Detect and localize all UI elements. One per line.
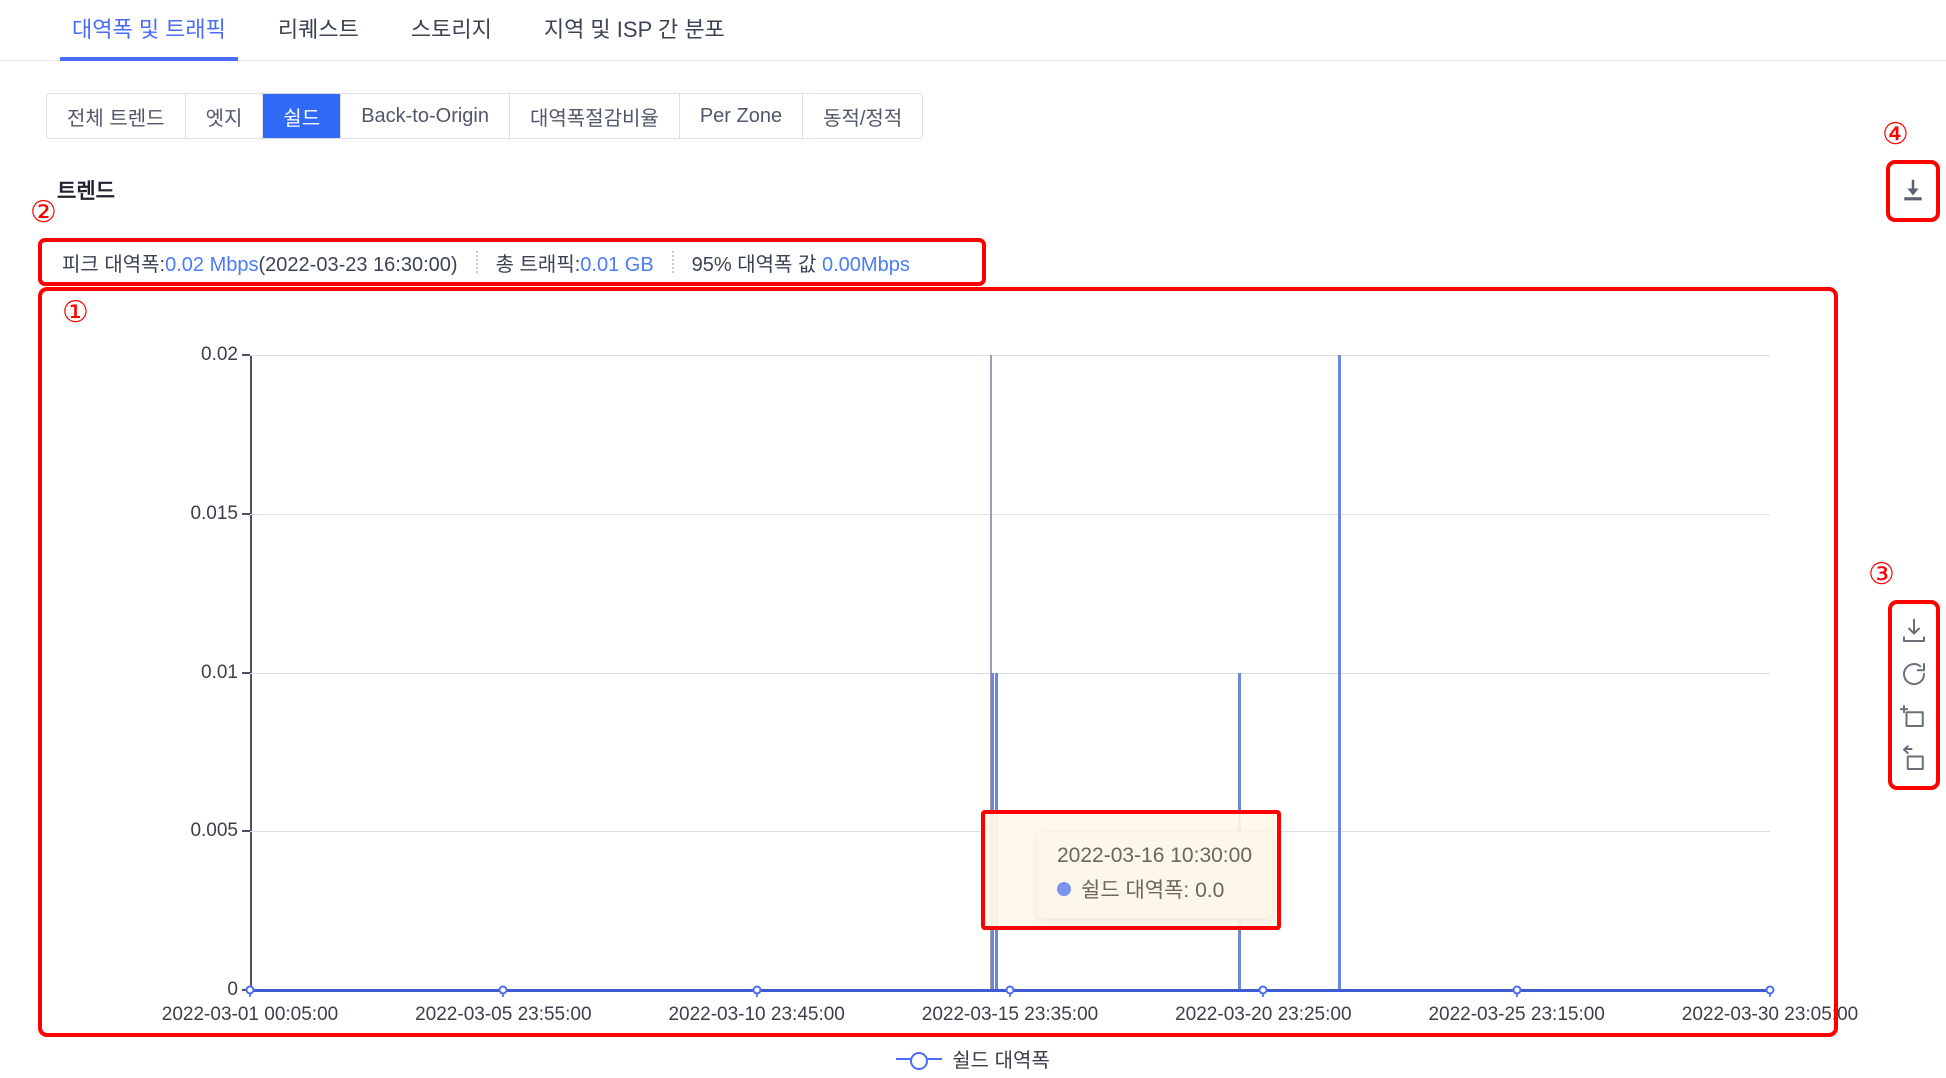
chart-legend[interactable]: 쉴드 대역폭 [0, 1044, 1946, 1073]
segment-label: Per Zone [700, 105, 782, 128]
tab-label: 대역폭 및 트래픽 [72, 17, 226, 42]
zoom-reset-icon[interactable] [1897, 742, 1931, 776]
save-image-icon[interactable] [1897, 614, 1931, 648]
segment-per-zone[interactable]: Per Zone [680, 94, 803, 138]
stat-separator [476, 251, 478, 273]
chart-highlight-frame [38, 287, 1838, 1037]
tab-storage[interactable]: 스토리지 [385, 0, 518, 61]
annotation-4: ④ [1882, 120, 1909, 150]
segment-bandwidth-saving-ratio[interactable]: 대역폭절감비율 [510, 94, 680, 138]
segment-back-to-origin[interactable]: Back-to-Origin [341, 94, 510, 138]
segment-label: Back-to-Origin [361, 105, 489, 128]
segment-overall-trend[interactable]: 전체 트렌드 [47, 94, 186, 138]
chart-tooltip: 2022-03-16 10:30:00 쉴드 대역폭: 0.0 [1037, 832, 1272, 918]
stat-total-traffic: 총 트래픽:0.01 GB [496, 248, 654, 277]
segment-label: 동적/정적 [823, 102, 902, 131]
stat-peak-bandwidth: 피크 대역폭:0.02 Mbps(2022-03-23 16:30:00) [62, 248, 458, 277]
summary-stats-bar: 피크 대역폭:0.02 Mbps(2022-03-23 16:30:00) 총 … [38, 238, 986, 286]
tab-label: 리퀘스트 [278, 17, 359, 42]
primary-tabbar: 대역폭 및 트래픽 리퀘스트 스토리지 지역 및 ISP 간 분포 [0, 0, 1946, 61]
tab-bandwidth-traffic[interactable]: 대역폭 및 트래픽 [46, 0, 252, 61]
tab-label: 지역 및 ISP 간 분포 [544, 17, 725, 42]
series-dot-icon [1057, 882, 1071, 896]
stat-suffix: (2022-03-23 16:30:00) [259, 254, 458, 276]
metric-segment-group: 전체 트렌드 엣지 쉴드 Back-to-Origin 대역폭절감비율 Per … [46, 93, 923, 139]
stat-label: 총 트래픽: [496, 254, 581, 276]
annotation-3: ③ [1868, 560, 1895, 590]
segment-dynamic-static[interactable]: 동적/정적 [803, 94, 922, 138]
tooltip-highlight-frame: 2022-03-16 10:30:00 쉴드 대역폭: 0.0 [981, 810, 1281, 930]
download-button[interactable] [1886, 160, 1940, 222]
stat-value: 0.02 Mbps [165, 254, 258, 276]
stat-value: 0.00Mbps [822, 254, 910, 276]
tab-requests[interactable]: 리퀘스트 [252, 0, 385, 61]
stat-label: 95% 대역폭 값 [692, 254, 822, 276]
legend-symbol-icon [896, 1050, 942, 1068]
segment-edge[interactable]: 엣지 [186, 94, 264, 138]
tooltip-timestamp: 2022-03-16 10:30:00 [1057, 844, 1252, 868]
tab-region-isp-distribution[interactable]: 지역 및 ISP 간 분포 [518, 0, 751, 61]
zoom-select-icon[interactable] [1897, 699, 1931, 733]
stat-value: 0.01 GB [580, 254, 653, 276]
stat-label: 피크 대역폭: [62, 254, 165, 276]
segment-label: 대역폭절감비율 [530, 102, 659, 131]
annotation-1: ① [62, 298, 89, 328]
tab-label: 스토리지 [411, 17, 492, 42]
stat-95th-bandwidth: 95% 대역폭 값 0.00Mbps [692, 248, 910, 277]
segment-label: 쉴드 [283, 102, 320, 131]
stat-separator [672, 251, 674, 273]
tooltip-series-label: 쉴드 대역폭: 0.0 [1081, 874, 1224, 904]
chart-toolbox [1888, 600, 1940, 790]
tab-active-underline [60, 57, 238, 61]
page-root: 대역폭 및 트래픽 리퀘스트 스토리지 지역 및 ISP 간 분포 전체 트렌드… [0, 0, 1946, 1078]
segment-label: 엣지 [206, 102, 243, 131]
segment-label: 전체 트렌드 [67, 102, 165, 131]
legend-label: 쉴드 대역폭 [952, 1044, 1050, 1073]
segment-shield[interactable]: 쉴드 [263, 94, 341, 138]
restore-icon[interactable] [1897, 657, 1931, 691]
section-title: 트렌드 [57, 175, 115, 205]
annotation-2: ② [30, 198, 57, 228]
tooltip-series-row: 쉴드 대역폭: 0.0 [1057, 874, 1252, 904]
